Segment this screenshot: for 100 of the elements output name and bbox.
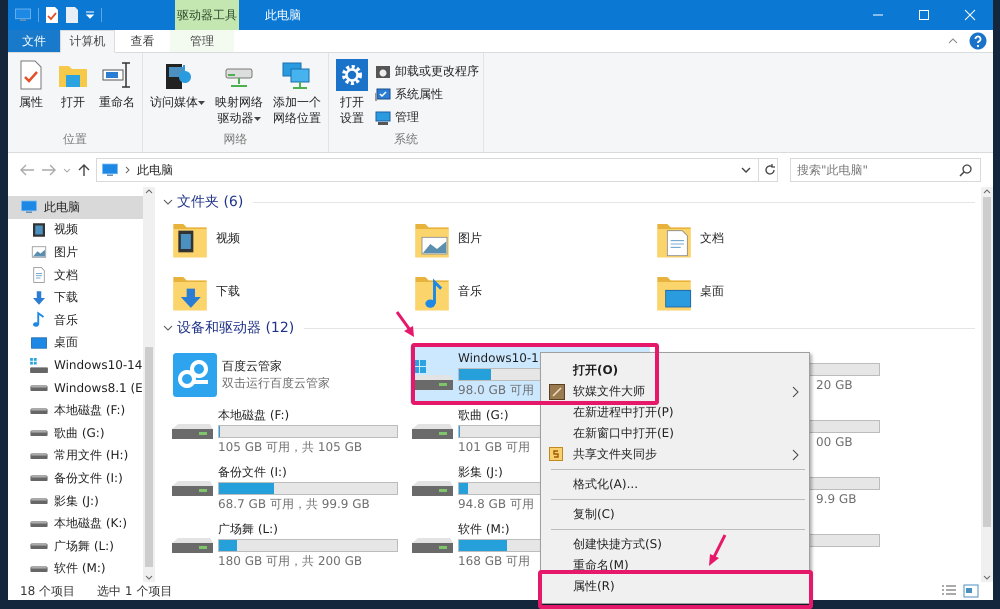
- chevron-down-icon[interactable]: [163, 197, 173, 207]
- sidebar-item[interactable]: 本地磁盘 (F:): [8, 399, 143, 422]
- drive-name: 本地磁盘 (F:): [218, 408, 290, 423]
- menu-item[interactable]: 创建快捷方式(S): [543, 534, 807, 555]
- sidebar-item[interactable]: 备份文件 (I:): [8, 467, 143, 490]
- sidebar-item[interactable]: 常用文件 (H:): [8, 444, 143, 468]
- window-title: 此电脑: [264, 6, 301, 24]
- sidebar-item[interactable]: 音乐: [8, 308, 143, 332]
- sidebar-item[interactable]: 歌曲 (G:): [8, 422, 143, 445]
- menu-item[interactable]: 复制(C): [543, 504, 807, 525]
- sidebar-item[interactable]: 下载: [8, 286, 143, 309]
- menu-item[interactable]: 在新窗口中打开(E): [543, 423, 807, 444]
- ribbon-button[interactable]: 打开 设置: [333, 59, 371, 126]
- document-check-icon[interactable]: [45, 6, 59, 24]
- menu-item[interactable]: 在新进程中打开(P): [543, 402, 807, 423]
- group-label: 系统: [393, 131, 419, 148]
- sidebar-item[interactable]: 软件 (M:): [8, 558, 143, 580]
- monitor-check-icon: [375, 86, 391, 102]
- ribbon-button[interactable]: 重命名: [96, 59, 138, 110]
- sidebar-item[interactable]: 桌面: [8, 332, 143, 354]
- app-description: 双击运行百度云管家: [222, 376, 330, 390]
- refresh-icon[interactable]: [763, 163, 777, 177]
- section-title: 设备和驱动器 (12): [177, 319, 294, 337]
- folder-item[interactable]: 下载: [170, 265, 412, 318]
- breadcrumb-item[interactable]: 此电脑: [137, 162, 734, 178]
- drive-icon: [30, 430, 48, 436]
- drive-space: 94.8 GB 可用: [458, 497, 534, 512]
- windows-drive-icon: [30, 358, 48, 373]
- ribbon-button[interactable]: 添加一个 网络位置: [270, 59, 324, 126]
- folder-item[interactable]: 视频: [170, 212, 412, 265]
- ribbon-tab[interactable]: 管理: [170, 30, 234, 52]
- sidebar-item[interactable]: 图片: [8, 241, 143, 264]
- ribbon-button[interactable]: 属性: [12, 59, 50, 110]
- sidebar-item[interactable]: 文档: [8, 264, 143, 286]
- menu-item[interactable]: 重命名(M): [543, 555, 807, 576]
- scrollbar[interactable]: [981, 187, 993, 582]
- computer-icon[interactable]: [14, 6, 32, 24]
- drive-item[interactable]: 广场舞 (L:) 180 GB 可用，共 200 GB: [170, 517, 410, 574]
- drive-item[interactable]: 本地磁盘 (F:) 105 GB 可用，共 105 GB: [170, 403, 410, 460]
- ribbon-tab[interactable]: 计算机: [60, 30, 115, 53]
- menu-item[interactable]: 共享文件夹同步: [543, 444, 807, 465]
- drive-icon: [30, 452, 48, 459]
- app-item[interactable]: 百度云管家 双击运行百度云管家: [170, 346, 410, 403]
- windows-drive-icon: [412, 359, 454, 390]
- scrollbar[interactable]: [143, 187, 155, 582]
- drive-icon: [30, 520, 48, 527]
- group-label: 位置: [62, 131, 88, 148]
- drive-icon: [172, 480, 214, 496]
- drive-icon: [412, 424, 454, 440]
- help-icon[interactable]: [969, 32, 987, 50]
- computer-icon: [375, 110, 391, 126]
- search-icon: [959, 163, 973, 177]
- scroll-thumb[interactable]: [983, 197, 991, 527]
- ribbon-button[interactable]: 管理: [375, 109, 479, 126]
- selection-count: 选中 1 个项目: [97, 582, 172, 600]
- ribbon-button[interactable]: 卸载或更改程序: [375, 63, 479, 80]
- scroll-down-icon: [145, 574, 153, 582]
- forward-icon[interactable]: [40, 162, 58, 178]
- ribbon-tab[interactable]: 文件: [8, 30, 60, 52]
- ribbon-button[interactable]: 系统属性: [375, 86, 479, 103]
- close-icon: [964, 9, 976, 21]
- drive-icon: [412, 480, 454, 496]
- sidebar-item[interactable]: Windows10-14: [8, 354, 143, 377]
- ribbon-button[interactable]: 映射网络 驱动器: [212, 59, 266, 126]
- drive-item[interactable]: 备份文件 (I:) 68.7 GB 可用，共 99.9 GB: [170, 460, 410, 517]
- drive-name: 备份文件 (I:): [218, 465, 287, 480]
- tiles-view-icon[interactable]: [963, 584, 979, 598]
- drive-name: 影集 (J:): [458, 465, 503, 480]
- folder-item[interactable]: 图片: [412, 212, 654, 265]
- ribbon-tab[interactable]: 查看: [115, 30, 170, 52]
- sidebar-item[interactable]: 广场舞 (L:): [8, 534, 143, 558]
- drive-icon: [412, 538, 454, 554]
- drive-icon: [30, 408, 48, 414]
- menu-item[interactable]: 格式化(A)...: [543, 474, 807, 495]
- document-icon[interactable]: [65, 6, 79, 24]
- drive-name: 软件 (M:): [458, 522, 510, 537]
- ribbon-button[interactable]: 访问媒体: [147, 59, 208, 110]
- address-field[interactable]: 此电脑: [96, 158, 778, 182]
- chevron-down-icon[interactable]: [163, 323, 173, 333]
- ribbon-button[interactable]: 打开: [54, 59, 92, 110]
- drive-space: 68.7 GB 可用，共 99.9 GB: [218, 497, 370, 512]
- drive-space: 98.0 GB 可用: [458, 383, 534, 398]
- sidebar-item[interactable]: 此电脑: [8, 196, 143, 219]
- down-arrow-icon: [30, 288, 48, 307]
- sidebar-item[interactable]: 视频: [8, 218, 143, 242]
- folder-item[interactable]: 文档: [654, 212, 896, 265]
- sidebar-item[interactable]: 本地磁盘 (K:): [8, 512, 143, 535]
- sidebar-item[interactable]: 影集 (J:): [8, 490, 143, 512]
- sidebar-item[interactable]: Windows8.1 (E: [8, 376, 143, 400]
- back-icon[interactable]: [18, 162, 36, 178]
- drive-space: 105 GB 可用，共 105 GB: [218, 440, 362, 455]
- menu-item[interactable]: 属性(R): [543, 576, 807, 597]
- folder-item[interactable]: 桌面: [654, 265, 896, 318]
- folder-item[interactable]: 音乐: [412, 265, 654, 318]
- search-field[interactable]: 搜索"此电脑": [790, 158, 981, 182]
- drive-name: 广场舞 (L:): [218, 522, 278, 537]
- scroll-thumb[interactable]: [145, 347, 153, 567]
- caret-icon[interactable]: [85, 10, 95, 20]
- up-icon[interactable]: [76, 162, 92, 178]
- drive-icon: [172, 538, 214, 554]
